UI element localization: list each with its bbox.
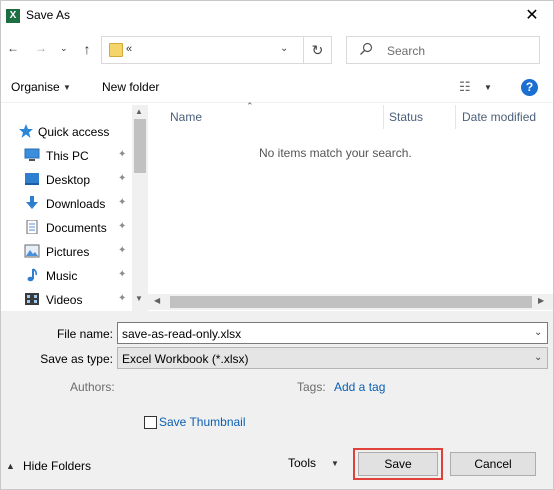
scroll-right-icon[interactable]: ▶ xyxy=(538,296,544,305)
refresh-button[interactable]: ↻ xyxy=(304,36,332,64)
forward-button[interactable]: → xyxy=(32,41,50,61)
nav-pane-scrollbar[interactable]: ▲ ▼ xyxy=(132,105,148,311)
help-icon[interactable]: ? xyxy=(521,79,538,96)
search-placeholder: Search xyxy=(387,44,426,58)
download-icon xyxy=(26,196,38,209)
column-header-date-modified[interactable]: Date modified xyxy=(462,110,536,124)
window-title: Save As xyxy=(26,8,71,22)
computer-icon xyxy=(24,148,40,161)
arrow-right-icon: → xyxy=(35,41,47,55)
scroll-down-icon[interactable]: ▼ xyxy=(135,294,143,303)
sidebar-item-label: Music xyxy=(46,269,78,283)
sidebar-item-documents[interactable]: Documents ✦ xyxy=(0,216,132,238)
cancel-button[interactable]: Cancel xyxy=(450,452,536,476)
column-header-status[interactable]: Status xyxy=(389,110,423,124)
close-icon: ✕ xyxy=(525,7,539,24)
address-breadcrumb[interactable]: « xyxy=(126,43,132,55)
sidebar-item-label: This PC xyxy=(46,149,89,163)
chevron-down-icon[interactable]: ⌄ xyxy=(280,43,288,54)
sidebar-item-label: Quick access xyxy=(38,125,110,139)
arrow-left-icon: ← xyxy=(7,41,19,55)
new-folder-button[interactable]: New folder xyxy=(102,80,159,94)
highlight-box xyxy=(353,448,443,480)
save-as-type-label: Save as type: xyxy=(40,352,113,366)
sidebar-item-desktop[interactable]: Desktop ✦ xyxy=(0,168,132,190)
pin-icon[interactable]: ✦ xyxy=(118,293,126,304)
pin-icon[interactable]: ✦ xyxy=(118,173,126,184)
authors-label: Authors: xyxy=(70,380,115,394)
chevron-down-icon[interactable]: ⌄ xyxy=(534,327,542,338)
chevron-down-icon: ⌄ xyxy=(60,43,68,53)
column-header-name[interactable]: Name xyxy=(170,110,202,124)
navigation-pane: Quick access This PC ✦ Desktop ✦ Downloa… xyxy=(0,103,148,311)
dropdown-arrow-icon[interactable]: ▼ xyxy=(484,83,492,92)
file-list-pane xyxy=(148,103,554,311)
file-name-field[interactable]: save-as-read-only.xlsx ⌄ xyxy=(117,322,548,344)
column-separator[interactable] xyxy=(455,105,456,129)
documents-icon xyxy=(26,220,38,234)
desktop-icon xyxy=(25,173,39,185)
star-icon xyxy=(19,124,33,138)
save-thumbnail-label[interactable]: Save Thumbnail xyxy=(159,415,246,429)
file-name-value[interactable]: save-as-read-only.xlsx xyxy=(122,327,241,341)
chevron-up-icon[interactable]: ▲ xyxy=(6,461,15,471)
sidebar-item-label: Downloads xyxy=(46,197,106,211)
sidebar-item-this-pc[interactable]: This PC ✦ xyxy=(0,144,132,166)
title-bar: X Save As ✕ xyxy=(0,0,554,32)
sidebar-item-downloads[interactable]: Downloads ✦ xyxy=(0,192,132,214)
file-name-label: File name: xyxy=(56,327,113,341)
sort-ascending-icon: ⌃ xyxy=(246,101,254,111)
sidebar-item-label: Pictures xyxy=(46,245,90,259)
dropdown-arrow-icon[interactable]: ▼ xyxy=(331,459,339,468)
refresh-icon: ↻ xyxy=(311,42,324,58)
sidebar-item-videos[interactable]: Videos ✦ xyxy=(0,288,132,310)
recent-locations-button[interactable]: ⌄ xyxy=(60,43,70,57)
pictures-icon xyxy=(24,244,40,258)
close-button[interactable]: ✕ xyxy=(510,0,554,32)
scroll-left-icon[interactable]: ◀ xyxy=(154,296,160,305)
column-separator[interactable] xyxy=(383,105,384,129)
sidebar-item-pictures[interactable]: Pictures ✦ xyxy=(0,240,132,262)
empty-list-message: No items match your search. xyxy=(259,146,412,160)
arrow-up-icon: ↑ xyxy=(83,41,91,57)
dropdown-arrow-icon[interactable]: ▼ xyxy=(63,83,71,92)
sidebar-item-music[interactable]: Music ✦ xyxy=(0,264,132,286)
back-button[interactable]: ← xyxy=(4,41,22,61)
pin-icon[interactable]: ✦ xyxy=(118,245,126,256)
add-tag-link[interactable]: Add a tag xyxy=(334,380,385,394)
pin-icon[interactable]: ✦ xyxy=(118,197,126,208)
save-thumbnail-checkbox[interactable] xyxy=(144,416,157,429)
file-list-horizontal-scrollbar[interactable]: ◀ ▶ xyxy=(148,294,554,310)
address-bar[interactable]: « ⌄ xyxy=(101,36,304,64)
pin-icon[interactable]: ✦ xyxy=(118,149,126,160)
organise-button[interactable]: Organise xyxy=(11,80,60,94)
save-as-type-value[interactable]: Excel Workbook (*.xlsx) xyxy=(122,352,248,366)
pin-icon[interactable]: ✦ xyxy=(118,221,126,232)
pin-icon[interactable]: ✦ xyxy=(118,269,126,280)
search-input[interactable]: Search xyxy=(346,36,540,64)
scrollbar-thumb[interactable] xyxy=(134,119,146,173)
hide-folders-button[interactable]: Hide Folders xyxy=(23,459,91,473)
tags-label: Tags: xyxy=(297,380,326,394)
scrollbar-thumb[interactable] xyxy=(170,296,532,308)
videos-icon xyxy=(25,293,39,305)
chevron-down-icon[interactable]: ⌄ xyxy=(534,352,542,363)
sidebar-item-label: Documents xyxy=(46,221,107,235)
search-icon xyxy=(360,42,373,55)
sidebar-item-label: Videos xyxy=(46,293,83,307)
up-folder-button[interactable]: ↑ xyxy=(78,41,96,61)
sidebar-item-quick-access[interactable]: Quick access xyxy=(0,120,132,142)
tools-button[interactable]: Tools xyxy=(288,456,316,470)
music-icon xyxy=(27,268,37,282)
save-as-type-select[interactable]: Excel Workbook (*.xlsx) ⌄ xyxy=(117,347,548,369)
excel-app-icon: X xyxy=(6,9,20,23)
scroll-up-icon[interactable]: ▲ xyxy=(135,107,143,116)
sidebar-item-label: Desktop xyxy=(46,173,91,187)
view-options-icon[interactable]: ☷ xyxy=(459,79,471,95)
folder-icon xyxy=(109,43,123,57)
